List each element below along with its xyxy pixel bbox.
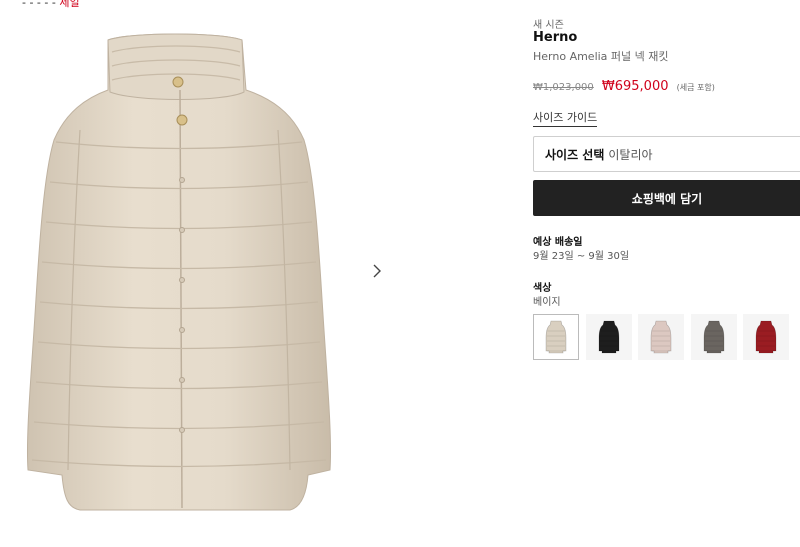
season-label: 새 시즌 — [533, 20, 564, 31]
original-price: ₩1,023,000 — [533, 82, 594, 93]
add-to-bag-label: 쇼핑백에 담기 — [631, 191, 703, 206]
jacket-beige-icon — [545, 320, 567, 354]
jacket-pink-icon — [650, 320, 672, 354]
shipping-title: 예상 배송일 — [533, 237, 583, 248]
size-guide-link[interactable]: 사이즈 가이드 — [533, 109, 598, 127]
chevron-right-icon[interactable] — [368, 262, 386, 280]
color-name: 베이지 — [533, 297, 561, 308]
color-title: 색상 — [533, 283, 552, 294]
jacket-grey-icon — [703, 320, 724, 354]
price-block: ₩1,023,000 ₩695,000 (세금 포함) — [533, 75, 715, 94]
product-name: Herno Amelia 퍼널 넥 재킷 — [533, 50, 669, 63]
product-gallery — [0, 0, 520, 547]
brand-name[interactable]: Herno — [533, 30, 577, 45]
jacket-red-icon — [755, 320, 777, 354]
product-image — [26, 33, 332, 511]
color-swatch[interactable] — [743, 314, 789, 360]
size-select-label: 사이즈 선택 — [545, 147, 605, 162]
size-select[interactable]: 사이즈 선택 이탈리아 — [533, 136, 800, 172]
color-swatch[interactable] — [638, 314, 684, 360]
color-swatch[interactable] — [533, 314, 579, 360]
color-swatch[interactable] — [690, 314, 737, 360]
sale-price: ₩695,000 — [601, 79, 669, 94]
jacket-black-icon — [598, 320, 619, 354]
color-swatches — [533, 314, 800, 362]
color-swatch[interactable] — [585, 314, 632, 360]
add-to-bag-button[interactable]: 쇼핑백에 담기 — [533, 180, 800, 216]
tax-note: (세금 포함) — [676, 83, 715, 92]
size-select-value: 이탈리아 — [608, 147, 653, 162]
shipping-date: 9월 23일 ~ 9월 30일 — [533, 251, 630, 262]
